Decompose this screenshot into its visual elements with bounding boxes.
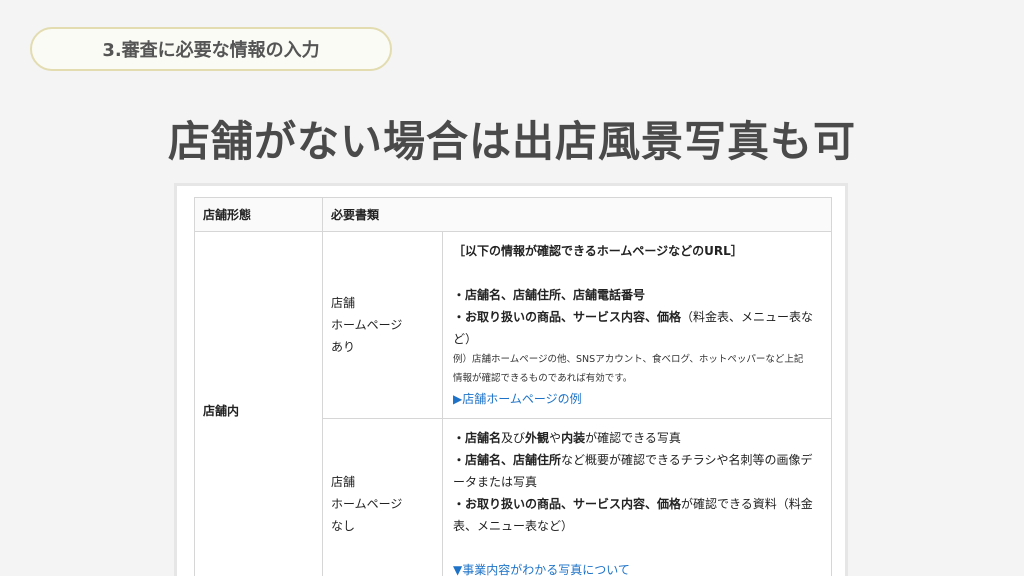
business-photo-link[interactable]: ▼事業内容がわかる写真について <box>453 559 821 576</box>
condition-line: ホームページ <box>331 497 403 511</box>
store-homepage-example-link[interactable]: ▶店舗ホームページの例 <box>453 388 821 410</box>
section-pill-label: 3.審査に必要な情報の入力 <box>102 40 320 61</box>
documents-line: ・店舗名及び外観や内装が確認できる写真 <box>453 427 821 449</box>
documents-cell: ・店舗名及び外観や内装が確認できる写真 ・店舗名、店舗住所など概要が確認できるチ… <box>442 418 832 576</box>
documents-line-bold: ・店舗名 <box>453 431 502 445</box>
documents-line: ・お取り扱いの商品、サービス内容、価格が確認できる資料（料金表、メニュー表など） <box>453 493 821 537</box>
documents-note: 情報が確認できるものであれば有効です。 <box>453 373 633 384</box>
table-header-row: 店舗形態 必要書類 <box>194 197 832 232</box>
store-type-cell: 店舗内 <box>194 231 323 576</box>
condition-line: ホームページ <box>331 318 403 332</box>
documents-line: ・お取り扱いの商品、サービス内容、価格（料金表、メニュー表など） <box>453 306 821 350</box>
condition-line: なし <box>331 519 356 533</box>
documents-cell: ［以下の情報が確認できるホームページなどのURL］ ・店舗名、店舗住所、店舗電話… <box>442 231 832 419</box>
documents-line-rest: や <box>549 431 562 445</box>
documents-line-rest: が確認できる写真 <box>585 431 681 445</box>
condition-line: 店舗 <box>331 475 356 489</box>
condition-cell: 店舗 ホームページ あり <box>322 231 443 419</box>
documents-line-bold: ・お取り扱いの商品、サービス内容、価格 <box>453 310 682 324</box>
condition-line: あり <box>331 340 356 354</box>
documents-line-rest: 及び <box>501 431 526 445</box>
requirements-table: 店舗形態 必要書類 店舗内 店舗 ホームページ あり ［以下の情報が確認できるホ… <box>194 197 832 576</box>
documents-line-bold: ・お取り扱いの商品、サービス内容、価格 <box>453 497 682 511</box>
documents-line-bold: 外観 <box>525 431 550 445</box>
header-store-type: 店舗形態 <box>194 197 323 232</box>
page-title: 店舗がない場合は出店風景写真も可 <box>167 117 856 166</box>
table-card: 店舗形態 必要書類 店舗内 店舗 ホームページ あり ［以下の情報が確認できるホ… <box>174 183 848 576</box>
condition-cell: 店舗 ホームページ なし <box>322 418 443 576</box>
header-documents: 必要書類 <box>322 197 832 232</box>
documents-line: ・店舗名、店舗住所、店舗電話番号 <box>453 288 646 302</box>
documents-line: ・店舗名、店舗住所など概要が確認できるチラシや名刺等の画像データまたは写真 <box>453 449 821 493</box>
table-row: 店舗内 店舗 ホームページ あり ［以下の情報が確認できるホームページなどのUR… <box>194 231 832 576</box>
documents-heading: ［以下の情報が確認できるホームページなどのURL］ <box>453 244 743 258</box>
section-pill: 3.審査に必要な情報の入力 <box>30 27 392 71</box>
documents-line-bold: 内装 <box>561 431 586 445</box>
documents-line-bold: ・店舗名、店舗住所 <box>453 453 562 467</box>
documents-note: 例）店舗ホームページの他、SNSアカウント、食べログ、ホットペッパーなど上記 <box>453 354 804 365</box>
condition-line: 店舗 <box>331 296 356 310</box>
